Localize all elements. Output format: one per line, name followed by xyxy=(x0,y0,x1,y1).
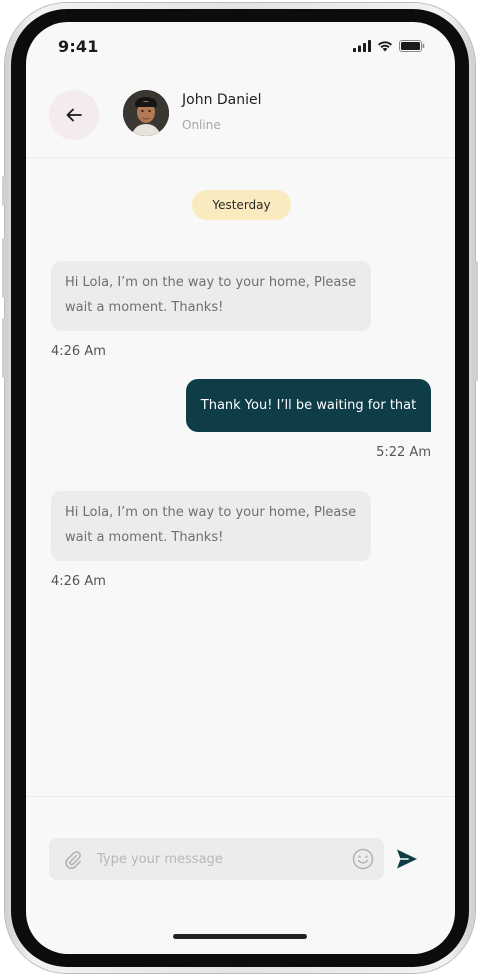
avatar[interactable] xyxy=(123,90,169,136)
status-time: 9:41 xyxy=(58,37,99,56)
status-icons xyxy=(353,40,425,52)
message-time: 4:26 Am xyxy=(51,574,106,589)
message-time: 4:26 Am xyxy=(51,344,106,359)
avatar-photo xyxy=(123,90,169,136)
home-indicator[interactable] xyxy=(173,934,307,939)
wifi-icon xyxy=(378,41,392,52)
message-bubble-outgoing[interactable]: Thank You! I’ll be waiting for that xyxy=(186,379,431,432)
date-separator: Yesterday xyxy=(192,190,291,220)
send-icon[interactable] xyxy=(394,846,420,872)
message-text-line: wait a moment. Thanks! xyxy=(65,530,224,545)
message-text-line: wait a moment. Thanks! xyxy=(65,300,224,315)
status-bar: 9:41 xyxy=(26,22,455,70)
side-button-power xyxy=(475,261,478,381)
battery-icon xyxy=(399,40,425,52)
message-text-line: Hi Lola, I’m on the way to your home, Pl… xyxy=(65,275,357,290)
emoji-icon[interactable] xyxy=(352,848,374,870)
message-input[interactable] xyxy=(97,838,337,880)
chat-screen: 9:41 John Daniel Online Yesterday Hi Lol… xyxy=(26,22,455,954)
attach-icon[interactable] xyxy=(63,849,83,869)
composer-divider xyxy=(26,796,455,797)
message-composer xyxy=(49,838,384,880)
message-time: 5:22 Am xyxy=(376,445,431,460)
chat-header: John Daniel Online xyxy=(26,70,455,158)
contact-name[interactable]: John Daniel xyxy=(182,92,262,108)
contact-status: Online xyxy=(182,118,221,132)
side-button-silent xyxy=(2,176,5,206)
message-bubble-incoming[interactable]: Hi Lola, I’m on the way to your home, Pl… xyxy=(51,491,371,561)
side-button-volume-up xyxy=(2,238,5,298)
back-arrow-icon xyxy=(66,108,82,122)
side-button-volume-down xyxy=(2,318,5,378)
message-bubble-incoming[interactable]: Hi Lola, I’m on the way to your home, Pl… xyxy=(51,261,371,331)
back-button[interactable] xyxy=(49,90,99,140)
signal-icon xyxy=(353,40,371,52)
message-text-line: Hi Lola, I’m on the way to your home, Pl… xyxy=(65,505,357,520)
